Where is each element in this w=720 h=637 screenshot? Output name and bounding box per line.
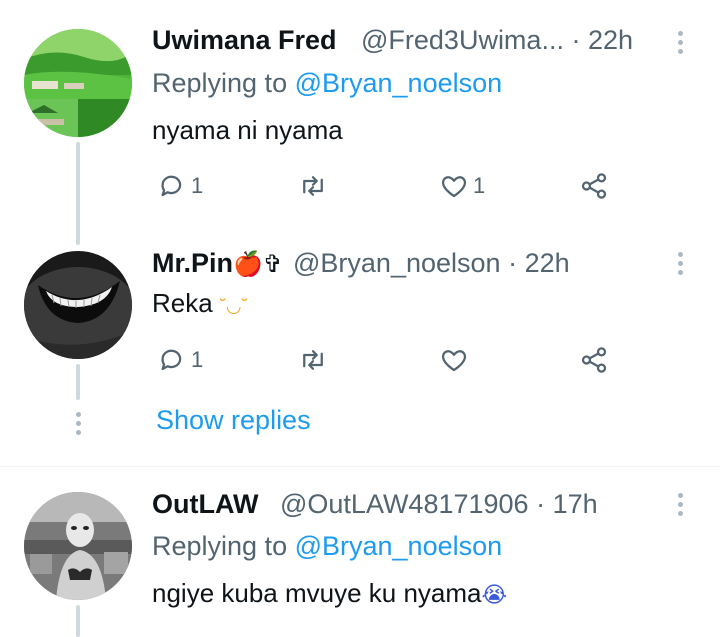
retweet-icon bbox=[303, 350, 323, 370]
avatar-outlaw[interactable] bbox=[24, 492, 132, 600]
tweet-2-name-text: Mr.Pin bbox=[152, 248, 234, 278]
replying-to-mention[interactable]: @Bryan_noelson bbox=[295, 531, 503, 561]
tweet-1-meta: @Fred3Uwima... · 22h bbox=[361, 25, 633, 56]
tweet-3-more-menu-icon[interactable] bbox=[676, 493, 684, 516]
thread-line bbox=[76, 605, 80, 637]
tweet-3-text-content: ngiye kuba mvuye ku nyama bbox=[152, 578, 482, 608]
replying-prefix: Replying to bbox=[152, 68, 295, 98]
heart-icon bbox=[441, 350, 467, 372]
tweet-1-share-button[interactable] bbox=[579, 171, 609, 201]
tweet-2-author-name[interactable]: Mr.Pin🍎✞ bbox=[152, 248, 283, 279]
tweet-3-author-name[interactable]: OutLAW bbox=[152, 489, 258, 520]
replying-prefix: Replying to bbox=[152, 531, 295, 561]
heart-icon bbox=[441, 176, 467, 198]
thread-line bbox=[76, 142, 80, 245]
tweet-3-time[interactable]: 17h bbox=[553, 489, 598, 519]
replying-to-mention[interactable]: @Bryan_noelson bbox=[295, 68, 503, 98]
reply-icon bbox=[161, 349, 182, 371]
tweet-1-time[interactable]: 22h bbox=[588, 25, 633, 55]
masked-figure-avatar-image bbox=[24, 492, 132, 600]
tweet-2-retweet-button[interactable] bbox=[298, 345, 332, 375]
tweet-1-separator: · bbox=[571, 25, 581, 55]
tweet-3-meta: @OutLAW48171906 · 17h bbox=[280, 489, 598, 520]
tweet-1-handle[interactable]: @Fred3Uwima... bbox=[361, 25, 564, 55]
tweet-2-share-button[interactable] bbox=[579, 345, 609, 375]
avatar-mr-pin[interactable] bbox=[24, 251, 132, 359]
tweet-1-author-name[interactable]: Uwimana Fred bbox=[152, 25, 337, 56]
avatar-uwimana-fred[interactable] bbox=[24, 29, 132, 137]
landscape-avatar-image bbox=[24, 29, 132, 137]
tweet-2-reply-button[interactable]: 1 bbox=[157, 345, 203, 375]
tweet-2-text: Reka ˘◡˘ bbox=[152, 288, 248, 319]
reply-count: 1 bbox=[191, 347, 204, 372]
retweet-icon bbox=[303, 176, 323, 196]
tweet-1-text: nyama ni nyama bbox=[152, 115, 343, 145]
smile-avatar-image bbox=[24, 251, 132, 359]
tweet-3-separator: · bbox=[536, 489, 546, 519]
tweet-1-reply-button[interactable]: 1 bbox=[157, 171, 203, 201]
tweet-2-emoji: ˘◡˘ bbox=[219, 296, 248, 316]
share-icon bbox=[581, 173, 607, 199]
tweet-3-emoji: 😭 bbox=[481, 582, 508, 607]
thread-line bbox=[76, 364, 80, 400]
tweet-2-text-content: Reka bbox=[152, 288, 213, 318]
tweet-1-replying-to: Replying to @Bryan_noelson bbox=[152, 68, 502, 99]
tweet-2-separator: · bbox=[508, 248, 518, 278]
show-replies-link[interactable]: Show replies bbox=[156, 405, 311, 436]
reply-icon bbox=[161, 175, 182, 197]
tweet-3-handle[interactable]: @OutLAW48171906 bbox=[280, 489, 529, 519]
like-count: 1 bbox=[473, 173, 486, 198]
tweet-2-like-button[interactable] bbox=[439, 345, 473, 375]
tweet-2-more-menu-icon[interactable] bbox=[676, 252, 684, 275]
tweet-2-handle[interactable]: @Bryan_noelson bbox=[293, 248, 501, 278]
collapsed-thread-dots bbox=[74, 412, 82, 435]
tweet-2-meta: @Bryan_noelson · 22h bbox=[293, 248, 570, 279]
tweet-3-replying-to: Replying to @Bryan_noelson bbox=[152, 531, 502, 562]
tweet-2-name-emoji: 🍎✞ bbox=[233, 251, 284, 278]
thread-divider bbox=[0, 466, 720, 467]
reply-count: 1 bbox=[191, 173, 204, 198]
tweet-1-like-button[interactable]: 1 bbox=[439, 171, 485, 201]
tweet-1-retweet-button[interactable] bbox=[298, 171, 332, 201]
tweet-2-time[interactable]: 22h bbox=[525, 248, 570, 278]
tweet-3-text: ngiye kuba mvuye ku nyama😭 bbox=[152, 578, 507, 609]
share-icon bbox=[581, 347, 607, 373]
tweet-1-more-menu-icon[interactable] bbox=[676, 31, 684, 54]
